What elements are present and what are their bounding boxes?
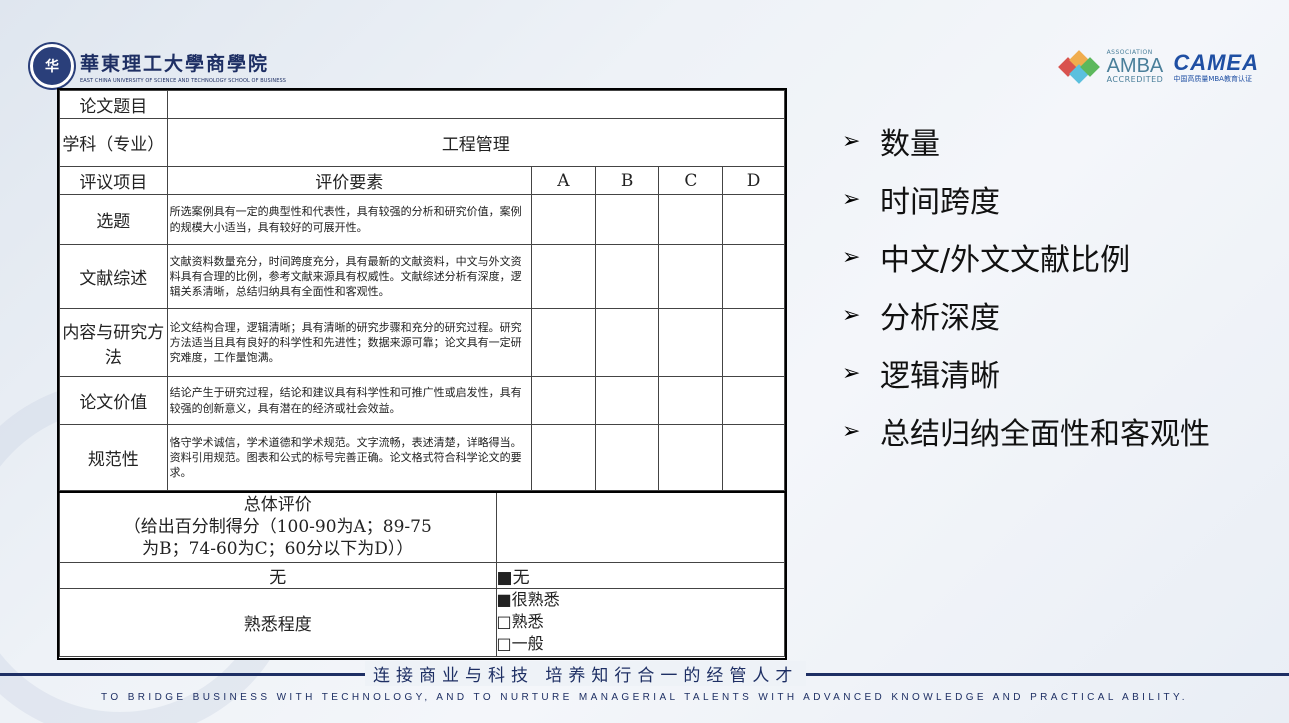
evaluation-table: 论文题目 学科（专业） 工程管理 评议项目 评价要素 A B C D 选题 所选… xyxy=(59,90,786,491)
grade-cell xyxy=(594,424,660,491)
row-label: 规范性 xyxy=(59,424,168,491)
arrow-bullet-icon: ➢ xyxy=(842,302,861,328)
grade-cell xyxy=(658,376,724,425)
row-desc: 结论产生于研究过程，结论和建议具有科学性和可推广性或启发性，具有较强的创新意义，… xyxy=(166,376,532,425)
grade-header-c: C xyxy=(658,166,724,195)
criteria-bullet-list: ➢ 数量 ➢ 时间跨度 ➢ 中文/外文文献比例 ➢ 分析深度 ➢ 逻辑清晰 ➢ 总结归纳全面… xyxy=(842,112,1210,460)
arrow-bullet-icon: ➢ xyxy=(842,418,861,444)
none-label: 无 xyxy=(59,561,497,589)
thesis-title-value xyxy=(166,90,786,119)
grade-header-a: A xyxy=(530,166,596,195)
row-desc: 论文结构合理，逻辑清晰；具有清晰的研究步骤和充分的研究过程。研究方法适当且具有良… xyxy=(166,308,532,377)
grade-header-d: D xyxy=(722,166,785,195)
criteria-header: 评价要素 xyxy=(166,166,532,195)
familiar-option-general[interactable]: □一般 xyxy=(497,633,784,655)
school-logo: 华 華東理工大學商學院 EAST CHINA UNIVERSITY OF SCI… xyxy=(30,44,286,88)
arrow-bullet-icon: ➢ xyxy=(842,128,861,154)
grade-cell xyxy=(722,194,785,245)
grade-cell xyxy=(530,194,596,245)
grade-cell xyxy=(594,194,660,245)
table-row: 论文价值 结论产生于研究过程，结论和建议具有科学性和可推广性或启发性，具有较强的… xyxy=(59,376,785,425)
table-row: 内容与研究方法 论文结构合理，逻辑清晰；具有清晰的研究步骤和充分的研究过程。研究… xyxy=(59,308,785,377)
school-name-en: EAST CHINA UNIVERSITY OF SCIENCE AND TEC… xyxy=(80,77,287,84)
grade-cell xyxy=(722,424,785,491)
arrow-bullet-icon: ➢ xyxy=(842,244,861,270)
list-item: ➢ 分析深度 xyxy=(842,301,1000,336)
grade-cell xyxy=(530,424,596,491)
arrow-bullet-icon: ➢ xyxy=(842,360,861,386)
table-row: 文献综述 文献资料数量充分，时间跨度充分，具有最新的文献资料，中文与外文资料具有… xyxy=(59,244,785,309)
grade-cell xyxy=(530,376,596,425)
list-item: ➢ 总结归纳全面性和客观性 xyxy=(842,417,1210,452)
subject-value: 工程管理 xyxy=(166,118,786,167)
grade-cell xyxy=(530,308,596,377)
row-label: 选题 xyxy=(59,194,168,245)
list-item: ➢ 时间跨度 xyxy=(842,185,1000,220)
school-emblem-icon: 华 xyxy=(30,44,74,88)
grade-header-b: B xyxy=(594,166,660,195)
grade-cell xyxy=(594,376,660,425)
row-desc: 文献资料数量充分，时间跨度充分，具有最新的文献资料，中文与外文资料具有合理的比例… xyxy=(166,244,532,309)
list-item: ➢ 数量 xyxy=(842,127,940,162)
footer-slogan: 连接商业与科技 培养知行合一的经管人才 xyxy=(365,661,807,686)
familiar-option-familiar[interactable]: □熟悉 xyxy=(497,611,784,633)
overall-note: （给出百分制得分（100-90为A；89-75为B；74-60为C；60分以下为… xyxy=(123,517,432,560)
row-desc: 恪守学术诚信，学术道德和学术规范。文字流畅，表述清楚，详略得当。资料引用规范。图… xyxy=(166,424,532,491)
list-item: ➢ 逻辑清晰 xyxy=(842,359,1000,394)
familiar-label: 熟悉程度 xyxy=(59,587,497,657)
familiar-options: ■很熟悉 □熟悉 □一般 xyxy=(495,587,786,657)
evaluation-form: 论文题目 学科（专业） 工程管理 评议项目 评价要素 A B C D 选题 所选… xyxy=(57,88,787,660)
grade-cell xyxy=(722,376,785,425)
table-row: 规范性 恪守学术诚信，学术道德和学术规范。文字流畅，表述清楚，详略得当。资料引用… xyxy=(59,424,785,491)
subject-label: 学科（专业） xyxy=(59,118,168,167)
grade-cell xyxy=(658,194,724,245)
row-label: 内容与研究方法 xyxy=(59,308,168,377)
overall-table: 总体评价 （给出百分制得分（100-90为A；89-75为B；74-60为C；6… xyxy=(59,491,786,657)
school-name-cn: 華東理工大學商學院 xyxy=(80,52,270,75)
row-desc: 所选案例具有一定的典型性和代表性，具有较强的分析和研究价值，案例的规模大小适当，… xyxy=(166,194,532,245)
grade-cell xyxy=(594,244,660,309)
row-label: 论文价值 xyxy=(59,376,168,425)
accreditation-logos: ASSOCIATION AMBA ACCREDITED CAMEA 中国高质量M… xyxy=(1057,49,1259,84)
none-checkbox[interactable]: ■无 xyxy=(495,561,786,589)
familiar-option-very[interactable]: ■很熟悉 xyxy=(497,589,784,611)
arrow-bullet-icon: ➢ xyxy=(842,186,861,212)
overall-value xyxy=(495,491,786,563)
grade-cell xyxy=(530,244,596,309)
grade-cell xyxy=(722,308,785,377)
list-item: ➢ 中文/外文文献比例 xyxy=(842,243,1131,278)
items-header: 评议项目 xyxy=(59,166,168,195)
footer-tagline: TO BRIDGE BUSINESS WITH TECHNOLOGY, AND … xyxy=(101,692,1188,703)
table-row: 选题 所选案例具有一定的典型性和代表性，具有较强的分析和研究价值，案例的规模大小… xyxy=(59,194,785,245)
amba-logo: ASSOCIATION AMBA ACCREDITED xyxy=(1106,49,1164,84)
overall-title: 总体评价 xyxy=(243,495,312,516)
grade-cell xyxy=(594,308,660,377)
grade-cell xyxy=(658,244,724,309)
amba-diamond-icon xyxy=(1057,50,1100,84)
grade-cell xyxy=(658,424,724,491)
grade-cell xyxy=(722,244,785,309)
thesis-title-label: 论文题目 xyxy=(59,90,168,119)
grade-cell xyxy=(658,308,724,377)
overall-evaluation: 总体评价 （给出百分制得分（100-90为A；89-75为B；74-60为C；6… xyxy=(59,491,497,563)
camea-logo: CAMEA 中国高质量MBA教育认证 xyxy=(1173,49,1259,83)
row-label: 文献综述 xyxy=(59,244,168,309)
